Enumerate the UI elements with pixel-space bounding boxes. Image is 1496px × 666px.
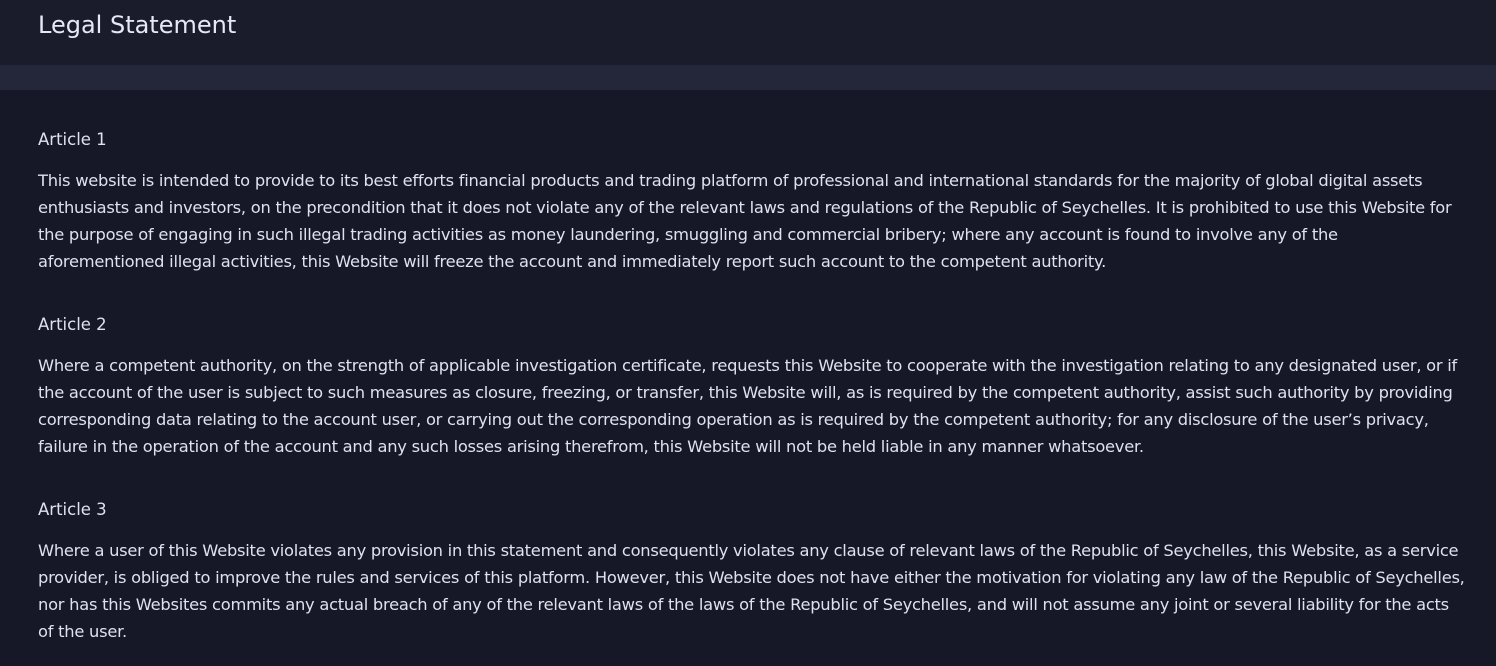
article-title: Article 1 [38,130,107,149]
article-body: This website is intended to provide to i… [38,171,1452,271]
page-title: Legal Statement [38,11,237,39]
article-1: Article 1 This website is intended to pr… [38,130,1466,275]
article-title: Article 3 [38,500,107,519]
legal-content: Article 1 This website is intended to pr… [0,90,1496,666]
page-header: Legal Statement [0,0,1496,65]
header-divider [0,65,1496,90]
article-title: Article 2 [38,315,107,334]
legal-statement-page: Legal Statement Article 1 This website i… [0,0,1496,666]
article-body: Where a competent authority, on the stre… [38,356,1458,456]
article-2: Article 2 Where a competent authority, o… [38,315,1466,460]
article-body: Where a user of this Website violates an… [38,541,1465,641]
article-3: Article 3 Where a user of this Website v… [38,500,1466,645]
